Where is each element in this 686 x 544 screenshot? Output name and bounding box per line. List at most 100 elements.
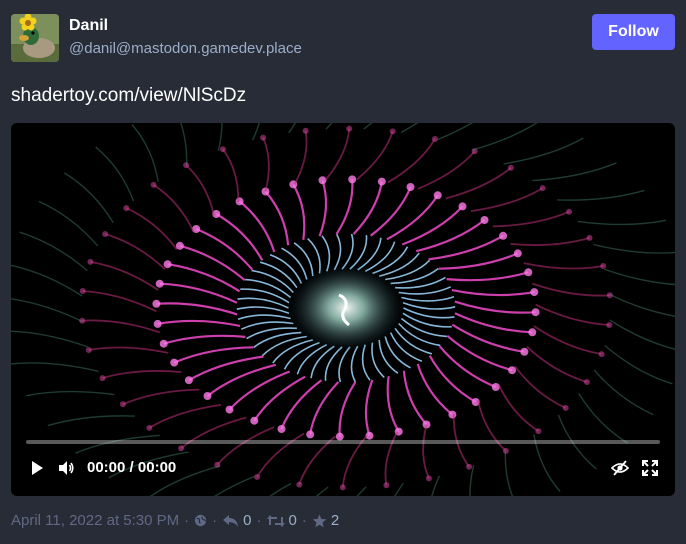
shader-ray	[532, 282, 610, 297]
shader-ray	[131, 124, 159, 182]
shader-ray	[11, 330, 89, 348]
shader-blob	[598, 351, 605, 358]
play-icon[interactable]	[28, 459, 46, 477]
shader-blob	[458, 202, 467, 211]
shader-ray	[75, 434, 160, 454]
shader-ray	[95, 146, 135, 202]
shader-ray	[25, 390, 115, 397]
shader-ray	[604, 344, 673, 385]
shader-blob	[123, 205, 130, 212]
shader-ray	[11, 298, 83, 323]
shader-blob	[491, 383, 500, 391]
shader-blob	[152, 299, 161, 308]
shader-ray	[325, 123, 333, 130]
video-progress-bar[interactable]	[26, 440, 660, 444]
shader-ray	[402, 301, 456, 310]
duck-with-flower-avatar-icon	[11, 14, 59, 62]
shader-blob	[535, 428, 542, 435]
shader-blob	[153, 319, 162, 328]
reply-count: 0	[243, 512, 252, 529]
fullscreen-icon[interactable]	[641, 459, 659, 477]
shader-ray	[47, 415, 135, 427]
shader-blob	[318, 176, 327, 185]
account-handle[interactable]: @danil@mastodon.gamedev.place	[69, 40, 302, 57]
shader-ray	[401, 295, 455, 302]
time-separator: /	[129, 459, 134, 476]
volume-icon[interactable]	[57, 459, 75, 477]
shader-ray	[386, 376, 400, 433]
shader-ray	[269, 482, 292, 496]
meta-separator: ·	[256, 512, 262, 529]
avatar[interactable]	[11, 14, 59, 62]
shader-ray	[437, 123, 474, 141]
star-icon	[312, 514, 327, 527]
shader-ray	[356, 131, 394, 181]
shader-blob	[606, 322, 613, 328]
shader-ray	[238, 200, 276, 253]
shader-blob	[480, 216, 489, 224]
shader-ray	[593, 243, 675, 254]
shader-blob	[150, 181, 157, 188]
shader-blob	[339, 484, 346, 491]
shader-blob	[566, 208, 573, 215]
shader-ray	[19, 231, 88, 272]
shader-ray	[514, 365, 567, 409]
boost-button[interactable]: 0	[266, 512, 297, 529]
shader-blob	[377, 177, 386, 186]
shader-ray	[417, 150, 476, 190]
shader-blob	[178, 445, 185, 452]
shader-ray	[470, 187, 544, 212]
shader-blob	[146, 424, 153, 431]
shader-blob	[528, 328, 537, 337]
status-meta: April 11, 2022 at 5:30 PM · · 0 · 0 · 2	[11, 512, 339, 529]
boost-icon	[266, 514, 285, 527]
shader-ray	[593, 369, 654, 416]
shader-ray	[445, 167, 512, 200]
shader-ray	[532, 162, 617, 182]
shader-ray	[533, 325, 602, 355]
shader-ray	[163, 334, 246, 345]
shader-ray	[215, 213, 264, 261]
reply-icon	[223, 514, 239, 527]
favourite-count: 2	[330, 512, 340, 529]
meta-separator: ·	[184, 512, 190, 529]
shader-ray	[363, 123, 373, 130]
shader-ray	[557, 189, 645, 201]
shader-blob	[203, 392, 212, 400]
shader-blob	[296, 481, 303, 488]
shader-ray	[454, 312, 533, 334]
shader-ray	[237, 314, 291, 321]
shader-ray	[309, 381, 340, 435]
boost-count: 0	[288, 512, 297, 529]
shader-blob	[170, 358, 179, 367]
shader-ray	[497, 384, 539, 432]
shader-blob	[600, 263, 607, 269]
shader-ray	[446, 271, 529, 282]
shader-blob	[406, 183, 415, 191]
current-time: 00:00	[87, 459, 126, 476]
shader-ray	[222, 148, 240, 203]
shader-ray	[535, 303, 610, 326]
shader-ray	[11, 362, 99, 373]
shader-ray	[294, 130, 308, 185]
reply-button[interactable]: 0	[222, 512, 252, 529]
shader-blob	[524, 268, 533, 277]
shader-ray	[288, 123, 296, 134]
shader-blob	[192, 225, 201, 233]
favourite-button[interactable]: 2	[312, 512, 339, 529]
shader-ray	[245, 278, 292, 299]
shader-blob	[530, 288, 539, 297]
shader-blob	[499, 231, 508, 240]
shader-ray	[454, 300, 536, 314]
follow-button[interactable]: Follow	[592, 14, 675, 50]
shader-blob	[102, 231, 109, 237]
shader-ray	[603, 268, 675, 286]
meta-separator: ·	[212, 512, 218, 529]
status-text[interactable]: shadertoy.com/view/NlScDz	[11, 85, 246, 107]
meta-separator: ·	[301, 512, 307, 529]
video-player[interactable]: 00:00 / 00:00	[11, 123, 675, 496]
hide-media-icon[interactable]	[611, 459, 629, 477]
display-name[interactable]: Danil	[69, 17, 108, 35]
shader-blob	[431, 136, 438, 142]
timestamp[interactable]: April 11, 2022 at 5:30 PM	[11, 512, 179, 529]
